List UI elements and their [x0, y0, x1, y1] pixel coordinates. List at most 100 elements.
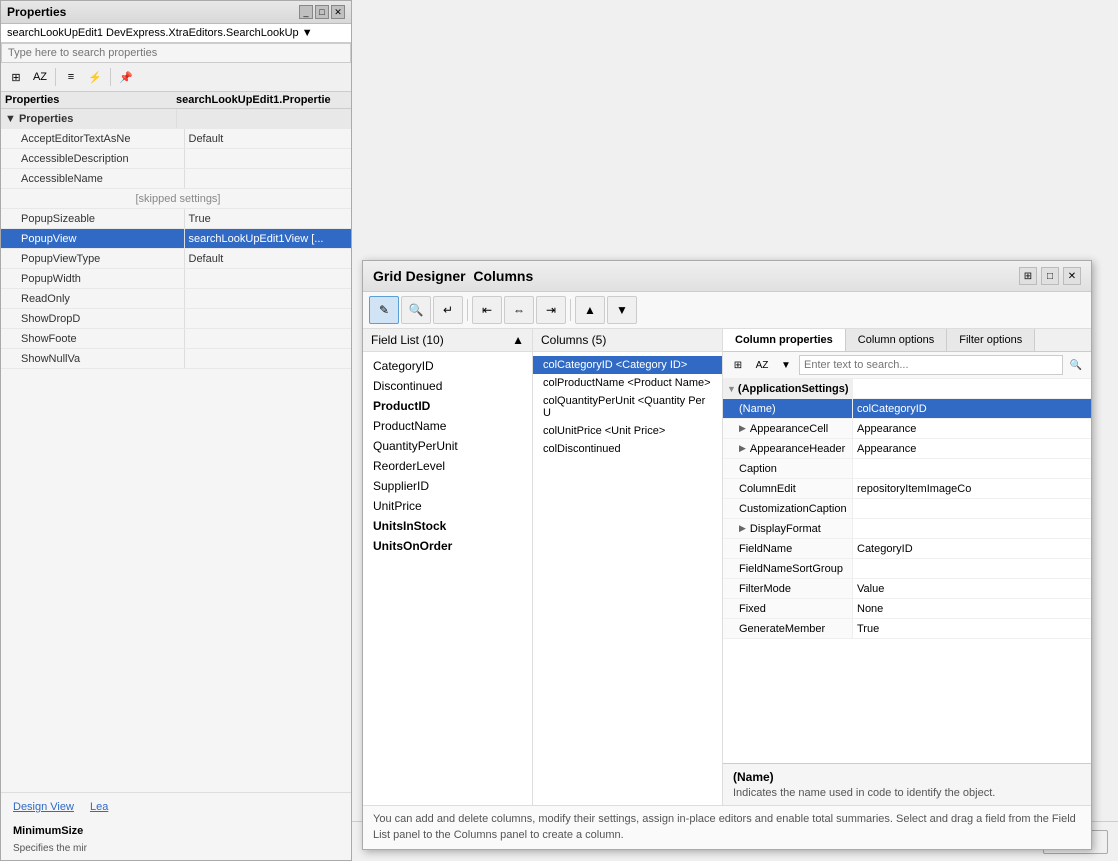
- props-bottom: Design View Lea MinimumSize Specifies th…: [1, 792, 351, 860]
- skipped-row: [skipped settings]: [1, 189, 351, 209]
- prop-row-appearance-cell[interactable]: ▶AppearanceCell Appearance: [723, 419, 1091, 439]
- prop-row-display-format[interactable]: ▶DisplayFormat: [723, 519, 1091, 539]
- tab-column-properties[interactable]: Column properties: [723, 329, 846, 351]
- component-name: searchLookUpEdit1 DevExpress.XtraEditors…: [7, 27, 313, 39]
- design-view-link[interactable]: Design View: [13, 801, 74, 813]
- gd-search-btn[interactable]: 🔍: [401, 296, 431, 324]
- events-btn[interactable]: ⚡: [84, 66, 106, 88]
- table-row[interactable]: PopupWidth: [1, 269, 351, 289]
- field-list-collapse-icon[interactable]: ▲: [512, 333, 524, 347]
- field-list-title: Field List (10): [371, 333, 444, 347]
- props-header: Properties searchLookUpEdit1.Propertie: [1, 92, 351, 109]
- prop-group-appsettings: ▼(ApplicationSettings): [723, 379, 1091, 399]
- prop-categorized-btn[interactable]: ⊞: [727, 355, 749, 375]
- columns-panel-title: Columns (5): [541, 333, 606, 347]
- gd-field-list: Field List (10) ▲ CategoryID Discontinue…: [363, 329, 533, 805]
- minsize-label: MinimumSize: [7, 821, 345, 841]
- props-content: Properties searchLookUpEdit1.Propertie ▼…: [1, 92, 351, 792]
- gd-grid-view-btn[interactable]: ⊞: [1019, 267, 1037, 285]
- table-row[interactable]: AcceptEditorTextAsNe Default: [1, 129, 351, 149]
- tab-column-options[interactable]: Column options: [846, 329, 947, 351]
- alphabetical-btn[interactable]: AZ: [29, 66, 51, 88]
- table-row[interactable]: AccessibleName: [1, 169, 351, 189]
- name-section-label: (Name): [733, 770, 1081, 784]
- group-label: ▼ Properties: [1, 109, 177, 128]
- column-item[interactable]: colUnitPrice <Unit Price>: [533, 422, 722, 440]
- gd-restore-btn[interactable]: □: [1041, 267, 1059, 285]
- column-item[interactable]: colQuantityPerUnit <Quantity Per U: [533, 392, 722, 422]
- prop-row-appearance-header[interactable]: ▶AppearanceHeader Appearance: [723, 439, 1091, 459]
- prop-row-fieldname-sortgroup[interactable]: FieldNameSortGroup: [723, 559, 1091, 579]
- prop-search-input[interactable]: [799, 355, 1063, 375]
- list-item[interactable]: QuantityPerUnit: [363, 436, 532, 456]
- minimize-icon[interactable]: _: [299, 5, 313, 19]
- properties-title: Properties: [7, 5, 66, 19]
- gd-align-right-btn[interactable]: ⇥: [536, 296, 566, 324]
- gd-column-properties: Column properties Column options Filter …: [723, 329, 1091, 805]
- prop-row-fieldname[interactable]: FieldName CategoryID: [723, 539, 1091, 559]
- list-item[interactable]: Discontinued: [363, 376, 532, 396]
- prop-row-caption[interactable]: Caption: [723, 459, 1091, 479]
- grid-designer: Grid Designer Columns ⊞ □ ✕ ✎ 🔍 ↵ ⇤ ⇔ ⇥ …: [362, 260, 1092, 850]
- learn-link[interactable]: Lea: [90, 801, 108, 813]
- list-item[interactable]: SupplierID: [363, 476, 532, 496]
- props-btn[interactable]: ≡: [60, 66, 82, 88]
- categorized-btn[interactable]: ⊞: [5, 66, 27, 88]
- column-item[interactable]: colProductName <Product Name>: [533, 374, 722, 392]
- prop-search-btn[interactable]: 🔍: [1065, 355, 1087, 375]
- list-item[interactable]: UnitPrice: [363, 496, 532, 516]
- list-item[interactable]: ProductID: [363, 396, 532, 416]
- properties-titlebar: Properties _ □ ✕: [1, 1, 351, 24]
- gd-title-controls: ⊞ □ ✕: [1019, 267, 1081, 285]
- gd-edit-btn[interactable]: ✎: [369, 296, 399, 324]
- props-toolbar: ⊞ AZ ≡ ⚡ 📌: [1, 63, 351, 92]
- list-item[interactable]: ReorderLevel: [363, 456, 532, 476]
- table-row[interactable]: ShowDropD: [1, 309, 351, 329]
- columns-list-content: colCategoryID <Category ID> colProductNa…: [533, 352, 722, 805]
- prop-alpha-btn[interactable]: AZ: [751, 355, 773, 375]
- prop-content: ▼(ApplicationSettings) (Name) colCategor…: [723, 379, 1091, 763]
- table-row[interactable]: ShowFoote: [1, 329, 351, 349]
- gd-body: Field List (10) ▲ CategoryID Discontinue…: [363, 329, 1091, 805]
- gd-align-left-btn[interactable]: ⇤: [472, 296, 502, 324]
- field-list-content: CategoryID Discontinued ProductID Produc…: [363, 352, 532, 805]
- gd-titlebar: Grid Designer Columns ⊞ □ ✕: [363, 261, 1091, 292]
- field-list-header: Field List (10) ▲: [363, 329, 532, 352]
- gd-close-btn[interactable]: ✕: [1063, 267, 1081, 285]
- gd-move-up-btn[interactable]: ▲: [575, 296, 605, 324]
- table-row[interactable]: ShowNullVa: [1, 349, 351, 369]
- component-selector[interactable]: searchLookUpEdit1 DevExpress.XtraEditors…: [1, 24, 351, 43]
- gd-add-col-btn[interactable]: ↵: [433, 296, 463, 324]
- pin-btn[interactable]: 📌: [115, 66, 137, 88]
- gd-move-down-btn[interactable]: ▼: [607, 296, 637, 324]
- search-input[interactable]: [8, 47, 344, 59]
- prop-row-filtermode[interactable]: FilterMode Value: [723, 579, 1091, 599]
- gd-footer-text: You can add and delete columns, modify t…: [373, 813, 1076, 840]
- table-row[interactable]: PopupSizeable True: [1, 209, 351, 229]
- prop-row-fixed[interactable]: Fixed None: [723, 599, 1091, 619]
- prop-row-column-edit[interactable]: ColumnEdit repositoryItemImageCo: [723, 479, 1091, 499]
- props-col1-header: Properties: [5, 94, 176, 106]
- gd-align-center-btn[interactable]: ⇔: [504, 296, 534, 324]
- popup-view-row[interactable]: PopupView searchLookUpEdit1View [...: [1, 229, 351, 249]
- list-item[interactable]: UnitsOnOrder: [363, 536, 532, 556]
- prop-row-generate-member[interactable]: GenerateMember True: [723, 619, 1091, 639]
- prop-row-name[interactable]: (Name) colCategoryID: [723, 399, 1091, 419]
- gd-footer: You can add and delete columns, modify t…: [363, 805, 1091, 849]
- tab-filter-options[interactable]: Filter options: [947, 329, 1035, 351]
- column-item[interactable]: colDiscontinued: [533, 440, 722, 458]
- restore-icon[interactable]: □: [315, 5, 329, 19]
- prop-name-section: (Name) Indicates the name used in code t…: [723, 763, 1091, 805]
- column-item[interactable]: colCategoryID <Category ID>: [533, 356, 722, 374]
- prop-filter-btn[interactable]: ▼: [775, 355, 797, 375]
- table-row[interactable]: AccessibleDescription: [1, 149, 351, 169]
- list-item[interactable]: UnitsInStock: [363, 516, 532, 536]
- table-row[interactable]: PopupViewType Default: [1, 249, 351, 269]
- table-row[interactable]: ReadOnly: [1, 289, 351, 309]
- close-icon[interactable]: ✕: [331, 5, 345, 19]
- gd-title-main: Columns: [473, 268, 533, 284]
- list-item[interactable]: ProductName: [363, 416, 532, 436]
- prop-row-customization-caption[interactable]: CustomizationCaption: [723, 499, 1091, 519]
- list-item[interactable]: CategoryID: [363, 356, 532, 376]
- search-bar[interactable]: [1, 43, 351, 63]
